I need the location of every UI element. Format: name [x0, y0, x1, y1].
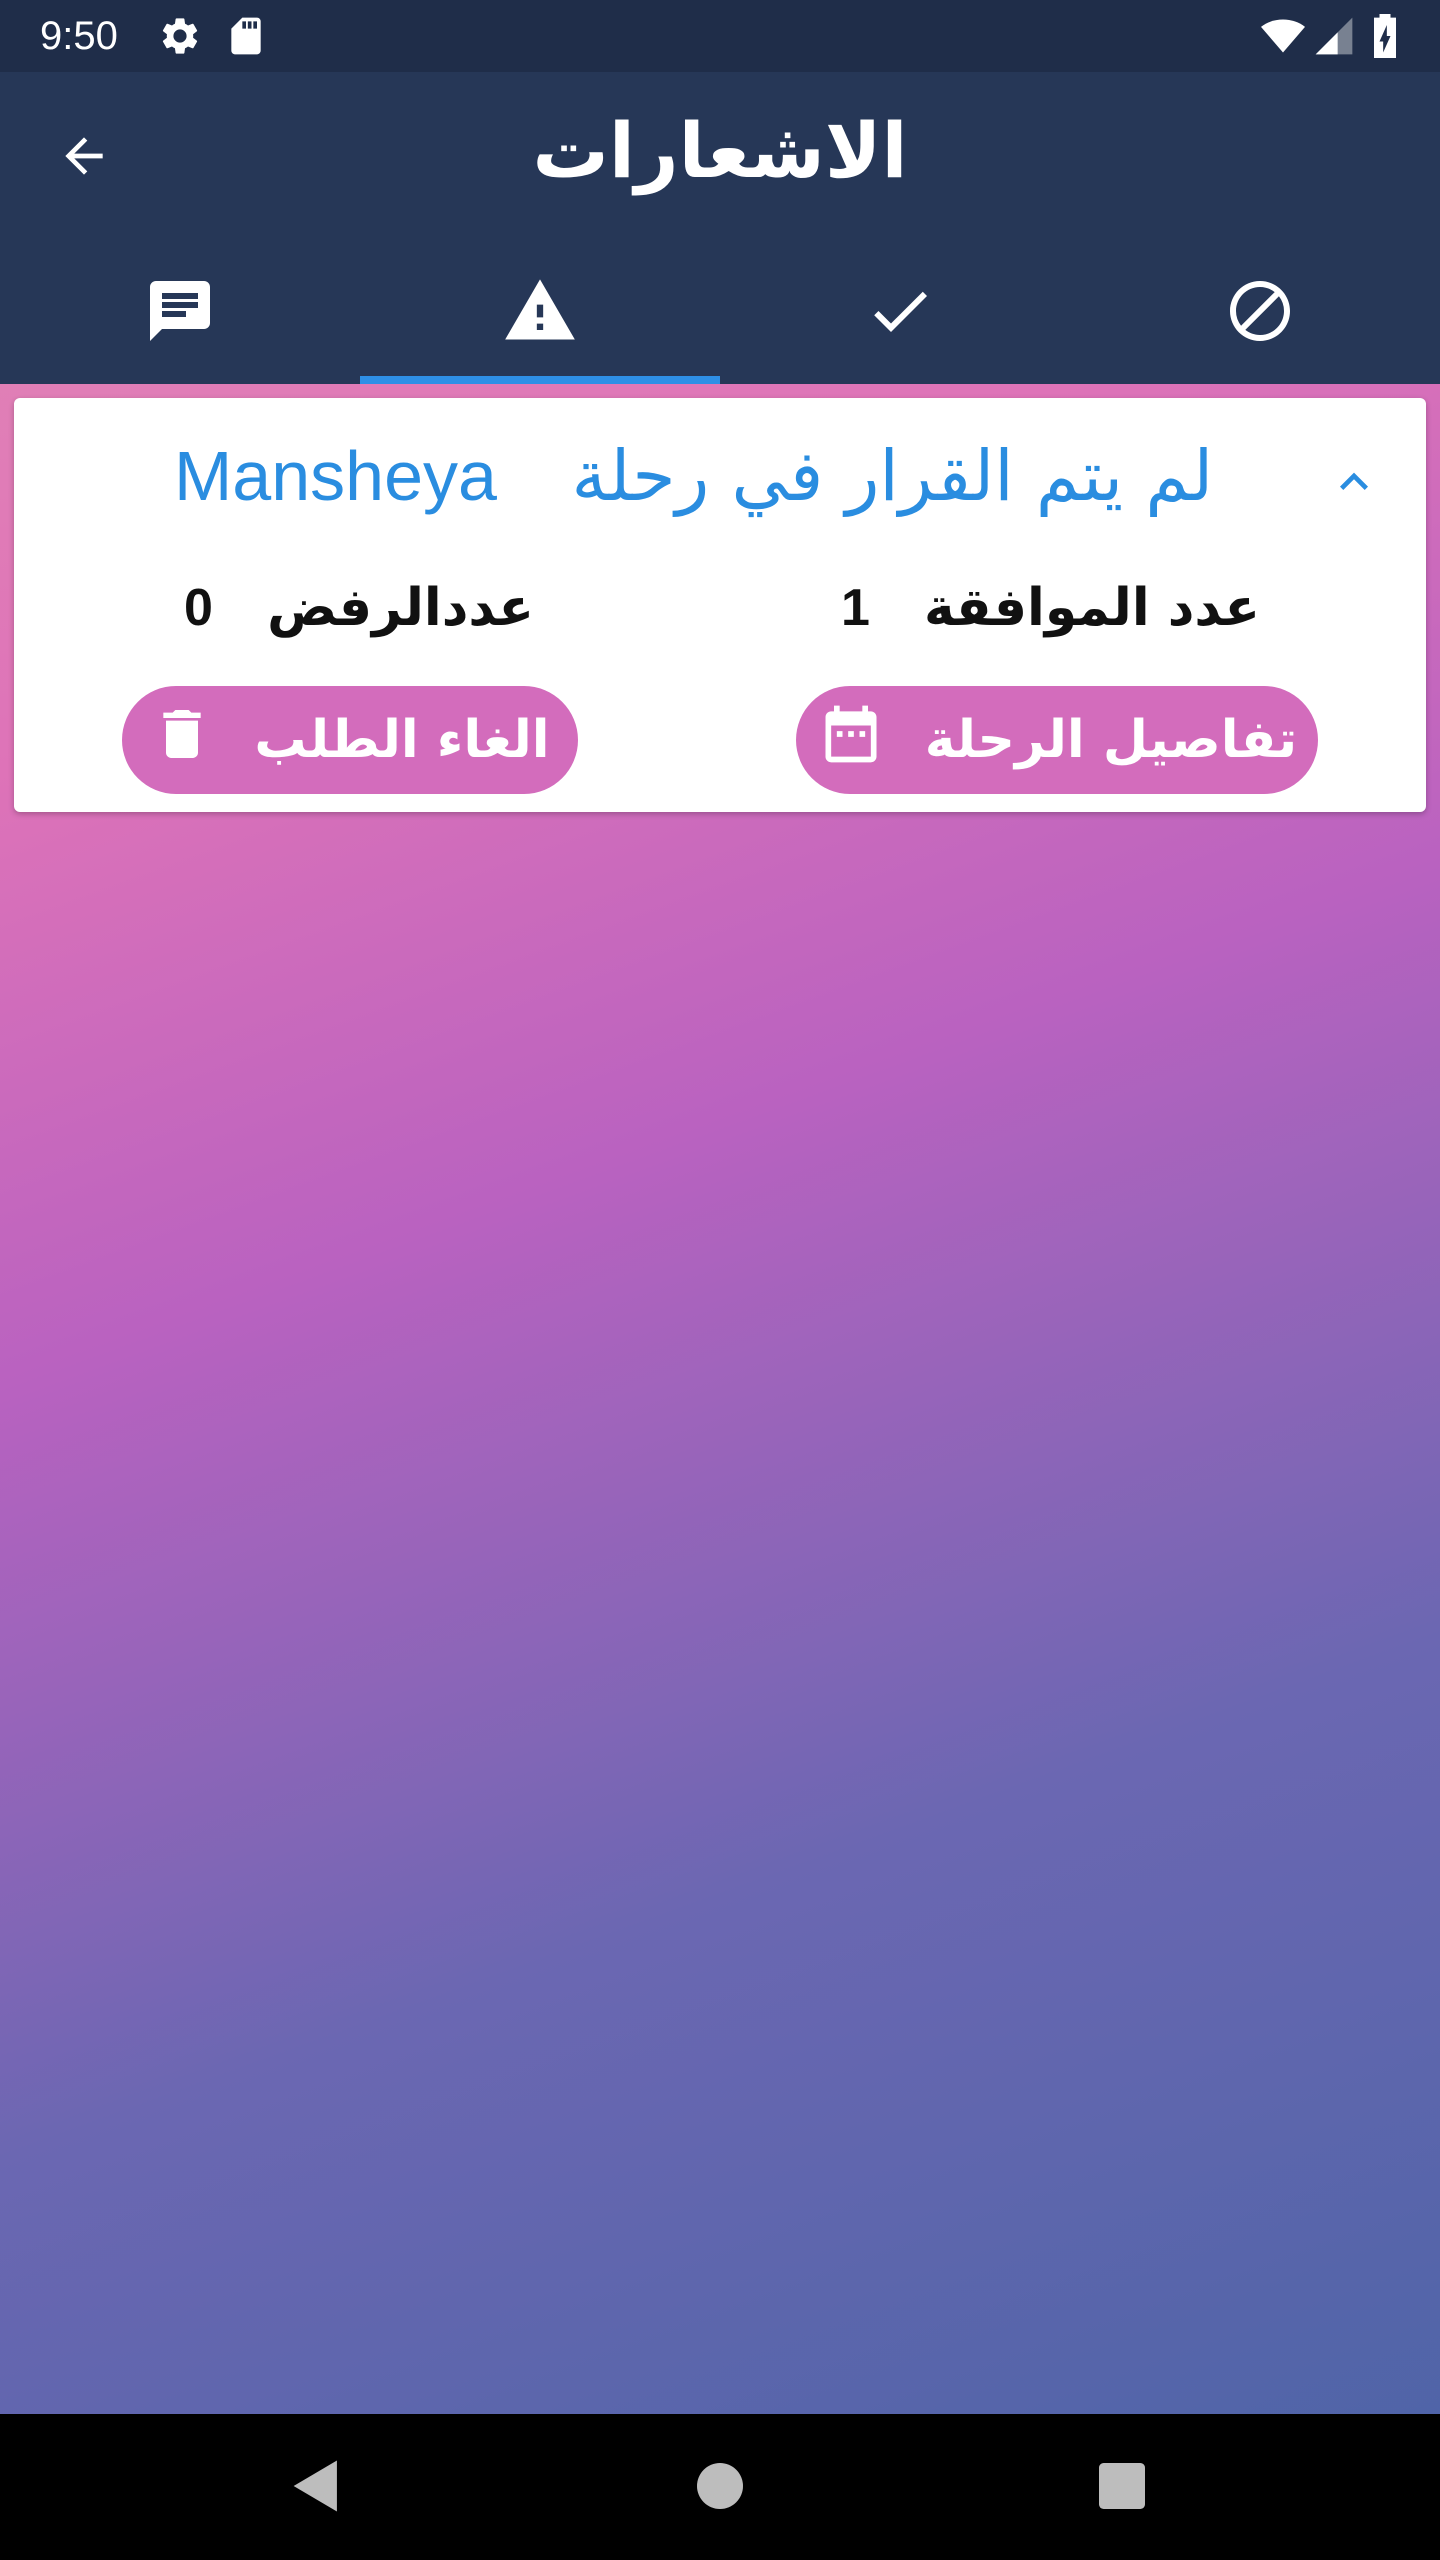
- nav-back-button[interactable]: [276, 2450, 352, 2526]
- cellular-signal-icon: [1312, 14, 1356, 62]
- page-title: الاشعارات: [532, 106, 908, 195]
- tab-bar: [0, 242, 1440, 384]
- screen: 9:50 الاشعارات Mansheya لم يتم القرار في…: [0, 0, 1440, 2560]
- block-icon: [1224, 275, 1296, 351]
- approve-count-stat: عدد الموافقة 1: [841, 568, 1260, 648]
- tab-rejected[interactable]: [1080, 242, 1440, 384]
- card-title: Mansheya لم يتم القرار في رحلة: [174, 428, 1213, 524]
- tab-selected-indicator: [360, 376, 720, 384]
- system-nav-bar: [0, 2414, 1440, 2560]
- reject-count: 0: [184, 579, 213, 637]
- trip-place-name: Mansheya: [174, 437, 497, 515]
- chevron-up-icon: [1326, 454, 1382, 514]
- approve-count: 1: [840, 579, 870, 637]
- warning-icon: [502, 273, 578, 353]
- nav-recents-button[interactable]: [1084, 2450, 1160, 2526]
- tab-pending[interactable]: [360, 242, 720, 384]
- trash-icon: [150, 702, 214, 779]
- reject-count-stat: عددالرفض 0: [184, 568, 534, 648]
- wifi-icon: [1258, 14, 1308, 62]
- cancel-request-button[interactable]: الغاء الطلب: [122, 686, 578, 794]
- status-time: 9:50: [40, 14, 118, 58]
- battery-charging-icon: [1370, 14, 1400, 62]
- app-bar: الاشعارات: [0, 72, 1440, 384]
- nav-home-button[interactable]: [682, 2450, 758, 2526]
- trip-details-button[interactable]: تفاصيل الرحلة: [796, 686, 1318, 794]
- trip-details-label: تفاصيل الرحلة: [924, 710, 1298, 770]
- trip-status-text: لم يتم القرار في رحلة: [571, 435, 1214, 517]
- collapse-button[interactable]: [1314, 444, 1394, 524]
- status-bar: 9:50: [0, 0, 1440, 72]
- sd-card-icon: [224, 14, 268, 62]
- reject-label: عددالرفض: [267, 578, 534, 638]
- nav-recents-icon: [1099, 2463, 1145, 2513]
- tab-approved[interactable]: [720, 242, 1080, 384]
- settings-icon: [158, 14, 202, 62]
- check-icon: [864, 275, 936, 351]
- calendar-icon: [817, 700, 885, 781]
- approve-label: عدد الموافقة: [924, 578, 1260, 638]
- message-icon: [144, 275, 216, 351]
- trip-notification-card: Mansheya لم يتم القرار في رحلة عدد الموا…: [14, 398, 1426, 812]
- nav-home-icon: [697, 2463, 743, 2513]
- cancel-request-label: الغاء الطلب: [254, 710, 550, 770]
- tab-messages[interactable]: [0, 242, 360, 384]
- nav-back-icon: [288, 2458, 340, 2518]
